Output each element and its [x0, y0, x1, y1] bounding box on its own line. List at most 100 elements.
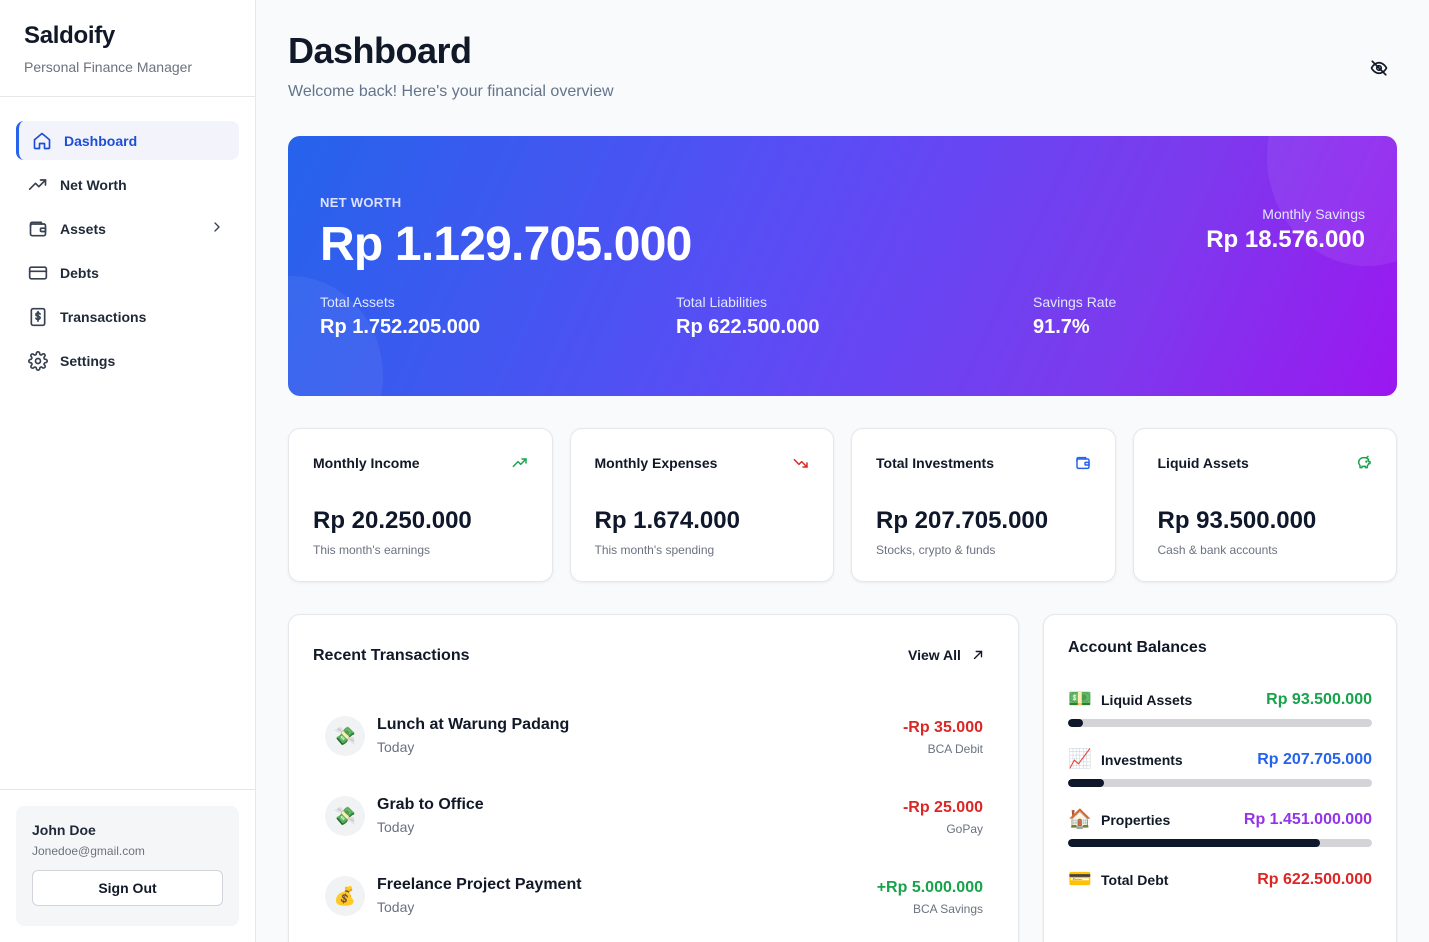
sidebar-item-label: Assets — [60, 220, 106, 237]
balance-progress-fill — [1068, 719, 1084, 727]
arrow-up-right-icon — [971, 648, 985, 662]
money-wings-icon: 💸 — [325, 716, 365, 756]
sidebar-item-label: Transactions — [60, 308, 147, 325]
balance-value: Rp 1.451.000.000 — [1243, 811, 1372, 828]
sidebar-item-label: Net Worth — [60, 176, 127, 193]
sidebar-item-label: Settings — [60, 352, 116, 369]
card-subtitle: This month's earnings — [313, 543, 431, 557]
balance-label: Total Debt — [1101, 872, 1169, 888]
stat-label: Total Liabilities — [676, 294, 768, 310]
trending-down-icon — [793, 455, 809, 471]
sidebar: Saldoify Personal Finance Manager Dashbo… — [0, 0, 256, 942]
monthly-expenses-card[interactable]: Monthly Expenses Rp 1.674.000 This month… — [569, 428, 834, 582]
sidebar-item-settings[interactable]: Settings — [16, 341, 239, 380]
wallet-icon — [28, 219, 48, 239]
money-wings-icon: 💸 — [325, 796, 365, 836]
sidebar-item-debts[interactable]: Debts — [16, 253, 239, 292]
balance-progress — [1068, 719, 1372, 727]
total-liabilities-stat: Total Liabilities Rp 622.500.000 — [676, 294, 819, 339]
credit-card-icon — [28, 263, 48, 283]
transaction-row[interactable]: 💸 Lunch at Warung Padang Today -Rp 35.00… — [325, 708, 983, 764]
account-balances-panel: Account Balances 💵 Liquid Assets Rp 93.5… — [1043, 614, 1397, 942]
stat-value: 91.7% — [1033, 316, 1090, 338]
transaction-account: BCA Debit — [927, 742, 983, 756]
user-card: John Doe Jonedoe@gmail.com Sign Out — [16, 806, 239, 926]
brand: Saldoify Personal Finance Manager — [0, 0, 255, 97]
sidebar-item-transactions[interactable]: Transactions — [16, 297, 239, 336]
transaction-name: Freelance Project Payment — [377, 876, 582, 893]
net-worth-label: NET WORTH — [320, 195, 402, 210]
view-all-link[interactable]: View All — [908, 647, 985, 663]
monthly-income-card[interactable]: Monthly Income Rp 20.250.000 This month'… — [288, 428, 553, 582]
wallet-icon — [1075, 455, 1091, 471]
receipt-icon — [28, 307, 48, 327]
transaction-row[interactable]: 💰 Freelance Project Payment Today +Rp 5.… — [325, 868, 983, 924]
balance-value: Rp 622.500.000 — [1257, 871, 1372, 888]
gear-icon — [28, 350, 48, 371]
card-value: Rp 20.250.000 — [313, 507, 472, 534]
sign-out-button[interactable]: Sign Out — [32, 870, 223, 906]
transaction-account: GoPay — [946, 822, 983, 836]
card-title: Monthly Expenses — [594, 455, 718, 471]
balance-label: Liquid Assets — [1101, 692, 1193, 708]
recent-transactions-panel: Recent Transactions View All 💸 Lunch at … — [288, 614, 1019, 942]
sidebar-item-net-worth[interactable]: Net Worth — [16, 165, 239, 204]
trending-up-icon — [28, 175, 48, 195]
transaction-amount: -Rp 35.000 — [902, 719, 983, 736]
sidebar-item-assets[interactable]: Assets — [16, 209, 239, 248]
credit-card-icon: 💳 — [1068, 869, 1092, 890]
net-worth-value: Rp 1.129.705.000 — [320, 218, 692, 271]
sidebar-item-label: Debts — [60, 264, 99, 281]
transaction-name: Lunch at Warung Padang — [377, 716, 570, 733]
balance-progress-fill — [1068, 839, 1321, 847]
stat-label: Savings Rate — [1033, 294, 1117, 310]
net-worth-banner: NET WORTH Rp 1.129.705.000 Monthly Savin… — [288, 136, 1397, 396]
money-bag-icon: 💰 — [325, 876, 365, 916]
balance-value: Rp 207.705.000 — [1257, 751, 1372, 768]
balance-progress — [1068, 779, 1372, 787]
trending-up-icon — [512, 455, 528, 471]
chart-up-icon: 📈 — [1068, 749, 1092, 770]
stat-value: Rp 1.752.205.000 — [320, 316, 481, 338]
sidebar-item-dashboard[interactable]: Dashboard — [16, 121, 239, 160]
total-investments-card[interactable]: Total Investments Rp 207.705.000 Stocks,… — [851, 428, 1116, 582]
card-subtitle: Cash & bank accounts — [1157, 543, 1278, 557]
stat-value: Rp 622.500.000 — [676, 316, 820, 338]
transaction-date: Today — [377, 739, 415, 755]
monthly-savings-label: Monthly Savings — [1262, 206, 1365, 222]
card-title: Monthly Income — [313, 455, 420, 471]
cash-icon: 💵 — [1068, 689, 1092, 710]
home-icon — [32, 131, 52, 151]
sidebar-item-label: Dashboard — [64, 132, 138, 149]
balance-progress — [1068, 839, 1372, 847]
card-title: Total Investments — [876, 455, 994, 471]
user-section: John Doe Jonedoe@gmail.com Sign Out — [0, 789, 255, 942]
balance-value: Rp 93.500.000 — [1266, 691, 1372, 708]
page-title: Dashboard — [288, 30, 472, 71]
card-value: Rp 93.500.000 — [1157, 507, 1317, 534]
card-subtitle: Stocks, crypto & funds — [876, 543, 996, 557]
transaction-amount: +Rp 5.000.000 — [876, 879, 983, 896]
transaction-date: Today — [377, 819, 415, 835]
stat-label: Total Assets — [320, 294, 395, 310]
total-assets-stat: Total Assets Rp 1.752.205.000 — [320, 294, 480, 339]
piggy-bank-icon — [1356, 455, 1372, 471]
view-all-label: View All — [908, 647, 961, 663]
liquid-assets-card[interactable]: Liquid Assets Rp 93.500.000 Cash & bank … — [1132, 428, 1397, 582]
app-name: Saldoify — [24, 22, 115, 49]
panel-title: Account Balances — [1068, 639, 1207, 656]
app-subtitle: Personal Finance Manager — [24, 59, 193, 75]
savings-rate-stat: Savings Rate 91.7% — [1033, 294, 1116, 339]
transaction-row[interactable]: 💸 Grab to Office Today -Rp 25.000 GoPay — [325, 788, 983, 844]
summary-cards: Monthly Income Rp 20.250.000 This month'… — [288, 428, 1397, 582]
user-email: Jonedoe@gmail.com — [32, 844, 145, 858]
sidebar-nav: Dashboard Net Worth Assets Debts Transac… — [0, 97, 255, 380]
card-value: Rp 1.674.000 — [594, 507, 740, 534]
page-subtitle: Welcome back! Here's your financial over… — [288, 83, 614, 100]
eye-off-icon[interactable] — [1368, 57, 1390, 79]
card-value: Rp 207.705.000 — [876, 507, 1049, 534]
transaction-name: Grab to Office — [377, 796, 484, 813]
chevron-right-icon[interactable] — [209, 219, 225, 238]
balance-label: Properties — [1101, 812, 1171, 828]
transaction-date: Today — [377, 899, 415, 915]
